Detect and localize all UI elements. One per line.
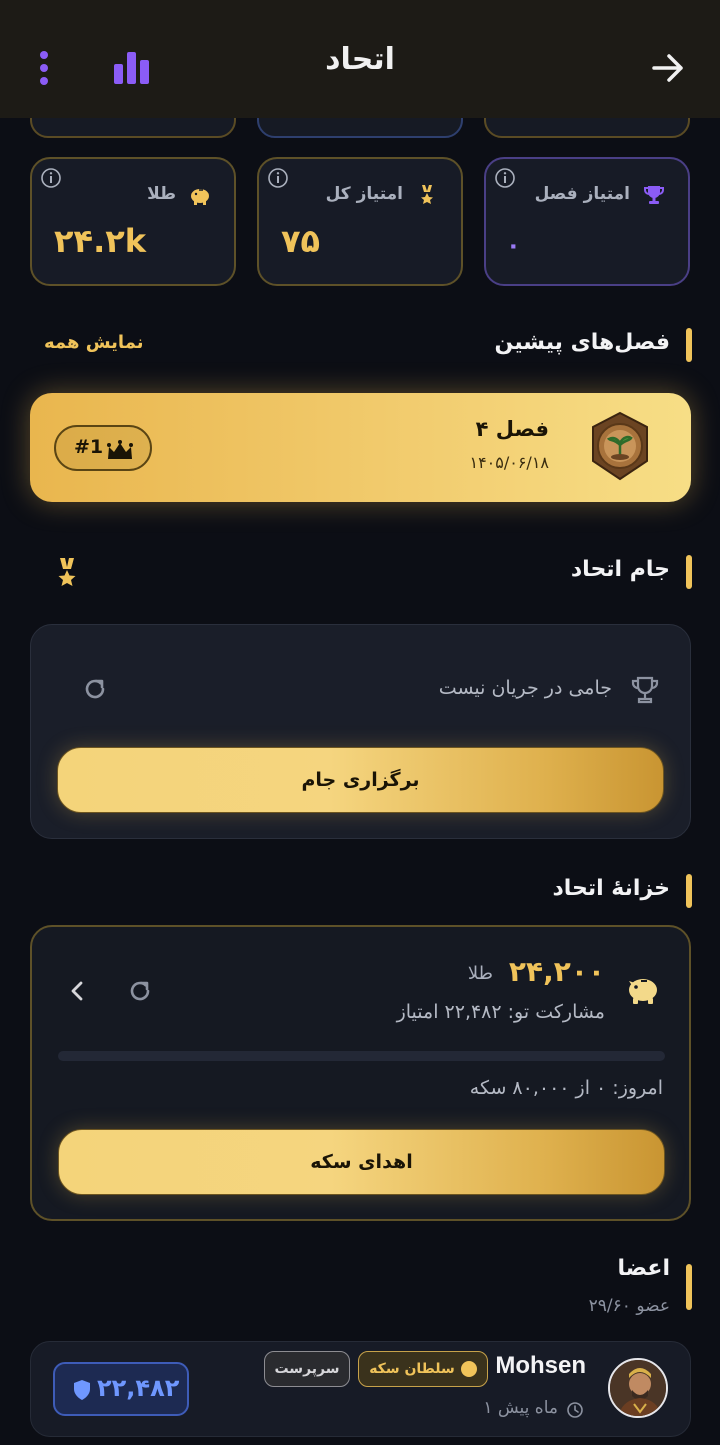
rank-text: #1 (74, 436, 104, 458)
page-title: اتحاد (325, 42, 395, 77)
treasury-card: ۲۴,۲۰۰ طلا مشارکت تو: ۲۲,۴۸۲ امتیاز امرو… (30, 925, 691, 1221)
badge-label: سرپرست (274, 1361, 340, 1377)
show-all-link[interactable]: نمایش همه (44, 332, 144, 353)
section-title: فصل‌های پیشین (494, 330, 670, 355)
donation-progress-bar (58, 1051, 665, 1061)
rank-badge: #1 (54, 425, 152, 471)
section-header-previous-seasons: فصل‌های پیشین (392, 328, 692, 362)
piggy-bank-icon (191, 189, 209, 205)
medal-icon (421, 185, 433, 204)
stat-value: ۲۴.۲k (54, 222, 147, 260)
section-accent-bar (686, 555, 692, 589)
stat-label: امتیاز فصل (534, 184, 630, 204)
trophy-outline-icon (631, 676, 659, 704)
member-row[interactable]: Mohsen ۱ ماه پیش سلطان سکه سرپرست ۲۲,۴۸۲ (30, 1341, 691, 1437)
info-icon[interactable] (267, 167, 289, 189)
medal-icon[interactable] (54, 556, 80, 590)
coin-icon (460, 1361, 477, 1377)
section-title: اعضا (617, 1256, 670, 1281)
season-date: ۱۴۰۵/۰۶/۱۸ (469, 453, 549, 472)
kebab-menu-icon (40, 51, 48, 85)
info-icon[interactable] (40, 167, 62, 189)
stat-value: ۷۵ (281, 222, 321, 260)
avatar-image (610, 1360, 666, 1416)
season-name: فصل ۴ (475, 417, 549, 441)
member-name: Mohsen (495, 1352, 586, 1379)
menu-button[interactable] (34, 48, 54, 88)
info-icon[interactable] (494, 167, 516, 189)
member-points: ۲۲,۴۸۲ (97, 1374, 180, 1402)
member-last-seen: ۱ ماه پیش (483, 1398, 558, 1418)
section-accent-bar (686, 1264, 692, 1310)
bar-chart-icon (114, 52, 149, 84)
stat-value: ۰ (506, 231, 521, 259)
refresh-icon[interactable] (126, 977, 154, 1005)
avatar[interactable] (608, 1358, 668, 1418)
cup-empty-text: جامی در جریان نیست (438, 677, 612, 699)
top-bar: اتحاد (0, 0, 720, 118)
refresh-icon[interactable] (81, 675, 109, 703)
clock-icon (567, 1402, 583, 1418)
trophy-icon (644, 186, 664, 204)
member-points-badge: ۲۲,۴۸۲ (53, 1362, 189, 1416)
coin-sultan-badge: سلطان سکه (358, 1351, 488, 1387)
shield-icon (74, 1380, 90, 1400)
cup-card: جامی در جریان نیست برگزاری جام (30, 624, 691, 839)
season-score-card[interactable]: امتیاز فصل ۰ (484, 157, 690, 286)
section-header-treasury: خزانهٔ اتحاد (492, 874, 692, 908)
badge-label: سلطان سکه (369, 1361, 455, 1377)
season-card[interactable]: فصل ۴ ۱۴۰۵/۰۶/۱۸ #1 (30, 393, 691, 502)
today-donation-text: امروز: ۰ از ۸۰,۰۰۰ سکه (469, 1077, 663, 1099)
host-cup-button[interactable]: برگزاری جام (57, 747, 664, 813)
crown-icon (107, 440, 133, 459)
treasury-contribution: مشارکت تو: ۲۲,۴۸۲ امتیاز (396, 1001, 605, 1023)
section-accent-bar (686, 874, 692, 908)
treasury-amount-unit: طلا (467, 963, 493, 984)
section-title: جام اتحاد (570, 557, 670, 582)
piggy-bank-icon (629, 979, 657, 1004)
chevron-left-icon[interactable] (66, 977, 88, 1005)
stat-label: امتیاز کل (325, 184, 403, 204)
section-accent-bar (686, 328, 692, 362)
back-button[interactable] (648, 48, 688, 88)
stat-label: طلا (147, 184, 176, 204)
season-emblem-icon (592, 411, 648, 481)
total-score-card[interactable]: امتیاز کل ۷۵ (257, 157, 463, 286)
members-count: ۲۹/۶۰ عضو (588, 1296, 670, 1316)
guardian-badge: سرپرست (264, 1351, 350, 1387)
gold-card[interactable]: طلا ۲۴.۲k (30, 157, 236, 286)
donate-coin-button[interactable]: اهدای سکه (58, 1129, 665, 1195)
stats-button[interactable] (112, 50, 152, 86)
section-header-cup: جام اتحاد (492, 555, 692, 589)
section-title: خزانهٔ اتحاد (552, 876, 670, 901)
arrow-right-icon (652, 54, 683, 82)
treasury-amount: ۲۴,۲۰۰ (508, 955, 605, 988)
